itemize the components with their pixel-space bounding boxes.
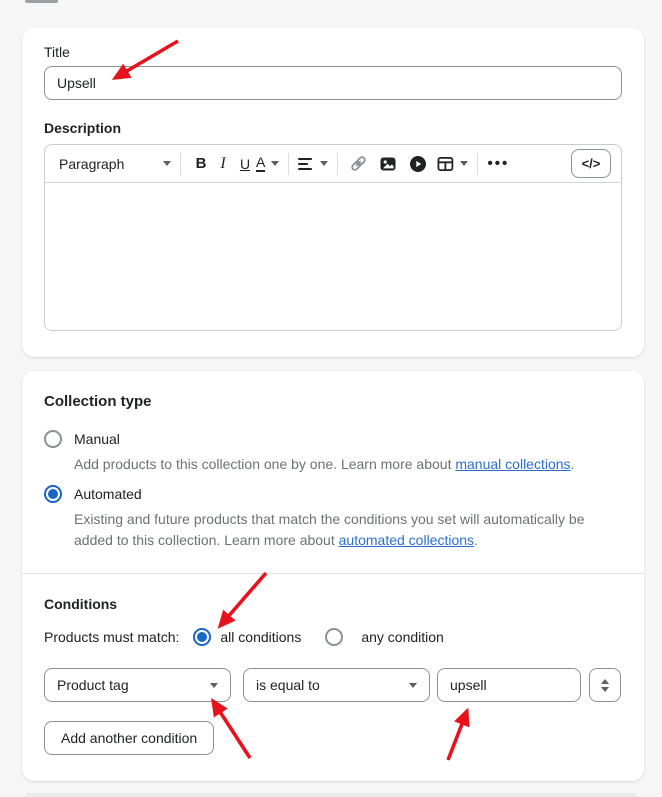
- manual-collections-link[interactable]: manual collections: [455, 456, 570, 472]
- arrow-down-icon: [601, 687, 609, 692]
- any-condition-radio[interactable]: [325, 628, 343, 646]
- description-textarea[interactable]: [45, 183, 621, 331]
- automated-collections-link[interactable]: automated collections: [339, 532, 474, 548]
- section-divider: [22, 573, 644, 574]
- automated-radio[interactable]: [44, 485, 62, 503]
- condition-field-select[interactable]: Product tag: [44, 668, 231, 702]
- condition-stepper-button[interactable]: [589, 668, 621, 702]
- next-card-top-edge: [25, 793, 637, 797]
- match-options-row: Products must match: all conditions any …: [44, 628, 622, 646]
- link-icon: [349, 154, 368, 173]
- add-another-condition-button[interactable]: Add another condition: [44, 721, 214, 755]
- automated-radio-label: Automated: [74, 486, 142, 502]
- insert-image-button[interactable]: [377, 150, 399, 178]
- chevron-down-icon: [460, 161, 468, 166]
- video-play-icon: [409, 155, 427, 173]
- insert-link-button[interactable]: [347, 150, 369, 178]
- toolbar-divider: [337, 153, 338, 175]
- description-label: Description: [44, 120, 622, 136]
- manual-radio[interactable]: [44, 430, 62, 448]
- toolbar-divider: [288, 153, 289, 175]
- condition-field-value: Product tag: [57, 677, 129, 693]
- manual-desc-period: .: [571, 456, 575, 472]
- condition-value-input[interactable]: [437, 668, 581, 702]
- more-options-button[interactable]: •••: [487, 150, 509, 178]
- condition-operator-select[interactable]: is equal to: [243, 668, 430, 702]
- chevron-down-icon: [163, 161, 171, 166]
- underline-button[interactable]: U: [234, 150, 256, 178]
- title-label: Title: [44, 44, 622, 60]
- chevron-down-icon: [320, 161, 328, 166]
- paragraph-style-select[interactable]: Paragraph: [59, 150, 171, 178]
- any-condition-label[interactable]: any condition: [361, 629, 444, 645]
- automated-desc-period: .: [474, 532, 478, 548]
- conditions-heading: Conditions: [44, 596, 622, 612]
- bold-button[interactable]: B: [190, 150, 212, 178]
- table-icon: [437, 156, 454, 172]
- automated-option-row[interactable]: Automated: [44, 485, 622, 503]
- insert-table-button[interactable]: [437, 150, 468, 178]
- toolbar-divider: [477, 153, 478, 175]
- toolbar-divider: [180, 153, 181, 175]
- manual-radio-label: Manual: [74, 431, 120, 447]
- collection-type-heading: Collection type: [44, 393, 622, 410]
- insert-video-button[interactable]: [407, 150, 429, 178]
- arrow-up-icon: [601, 679, 609, 684]
- show-html-button[interactable]: </>: [571, 149, 611, 178]
- all-conditions-radio[interactable]: [193, 628, 211, 646]
- rich-text-editor: Paragraph B I U A: [44, 144, 622, 331]
- collection-type-card: Collection type Manual Add products to t…: [22, 371, 644, 781]
- manual-option-description: Add products to this collection one by o…: [74, 454, 622, 475]
- paragraph-style-value: Paragraph: [59, 156, 124, 172]
- chevron-down-icon: [271, 161, 279, 166]
- condition-row: Product tag is equal to: [44, 668, 622, 702]
- text-color-button[interactable]: A: [256, 150, 279, 178]
- text-color-glyph: A: [256, 155, 265, 172]
- chevron-down-icon: [210, 683, 218, 688]
- automated-option-description: Existing and future products that match …: [74, 509, 622, 551]
- editor-toolbar: Paragraph B I U A: [45, 145, 621, 183]
- cropped-element-fragment: [25, 0, 58, 3]
- products-must-match-label: Products must match:: [44, 629, 179, 645]
- automated-desc-text: Existing and future products that match …: [74, 511, 585, 548]
- image-icon: [379, 155, 397, 173]
- condition-operator-value: is equal to: [256, 677, 320, 693]
- chevron-down-icon: [409, 683, 417, 688]
- manual-option-row[interactable]: Manual: [44, 430, 622, 448]
- manual-desc-text: Add products to this collection one by o…: [74, 456, 455, 472]
- title-input[interactable]: [44, 66, 622, 100]
- italic-button[interactable]: I: [212, 150, 234, 178]
- all-conditions-label[interactable]: all conditions: [220, 629, 301, 645]
- alignment-button[interactable]: [298, 150, 328, 178]
- align-left-icon: [298, 157, 314, 171]
- title-description-card: Title Description Paragraph B I U A: [22, 28, 644, 357]
